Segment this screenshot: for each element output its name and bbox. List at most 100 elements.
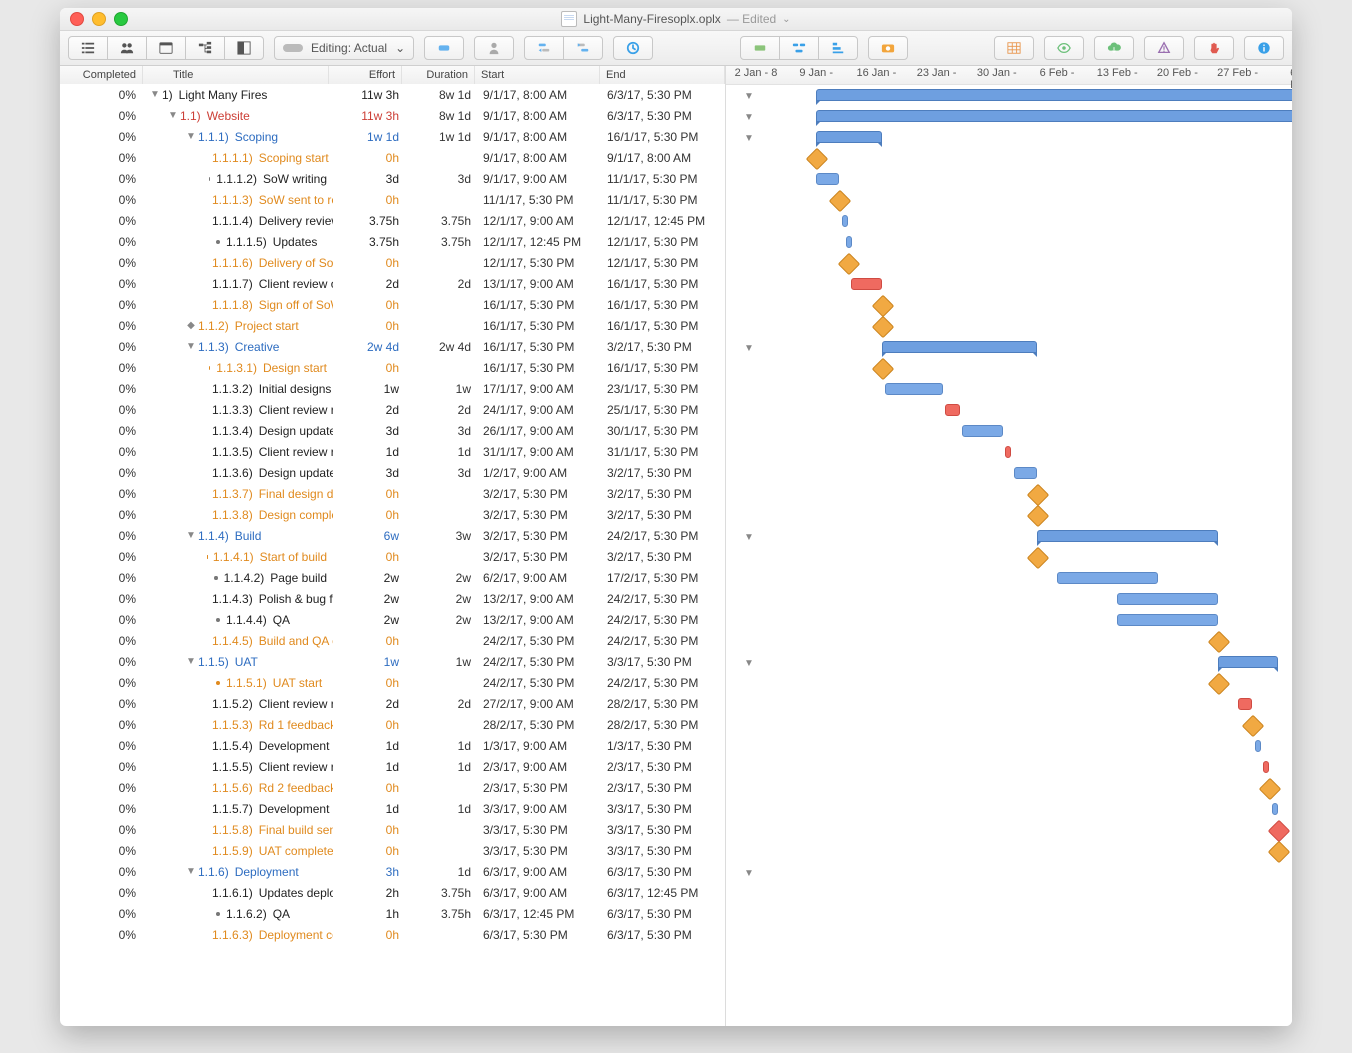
task-row[interactable]: 0%▼1.1.6)Deployment3h1d6/3/17, 9:00 AM6/… bbox=[60, 861, 725, 882]
gantt-row[interactable] bbox=[726, 715, 1292, 736]
cell-title[interactable]: ◆1.1.2)Project start bbox=[142, 319, 333, 333]
gantt-row[interactable] bbox=[726, 358, 1292, 379]
gantt-milestone[interactable] bbox=[1027, 547, 1050, 570]
disclosure-icon[interactable]: ▼ bbox=[150, 89, 160, 100]
gantt-row[interactable] bbox=[726, 148, 1292, 169]
task-row[interactable]: 0%1.1.3.7)Final design delivery0h3/2/17,… bbox=[60, 483, 725, 504]
task-row[interactable]: 0%1.1.6.1)Updates deployed2h3.75h6/3/17,… bbox=[60, 882, 725, 903]
col-start[interactable]: Start bbox=[475, 66, 600, 84]
cell-title[interactable]: 1.1.3.5)Client review rd 2 bbox=[142, 445, 333, 459]
view-network-button[interactable] bbox=[185, 36, 225, 60]
task-row[interactable]: 0%1.1.3.8)Design complete0h3/2/17, 5:30 … bbox=[60, 504, 725, 525]
gantt-task-bar[interactable] bbox=[1255, 740, 1261, 752]
task-row[interactable]: 0%1.1.1.2)SoW writing3d3d9/1/17, 9:00 AM… bbox=[60, 168, 725, 189]
task-row[interactable]: 0%1.1.3.3)Client review rd 12d2d24/1/17,… bbox=[60, 399, 725, 420]
gantt-row[interactable] bbox=[726, 694, 1292, 715]
cell-title[interactable]: 1.1.4.2)Page build bbox=[142, 571, 333, 585]
task-row[interactable]: 0%1.1.5.3)Rd 1 feedback from client0h28/… bbox=[60, 714, 725, 735]
col-completed[interactable]: Completed bbox=[60, 66, 143, 84]
task-row[interactable]: 0%1.1.5.8)Final build sent to client0h3/… bbox=[60, 819, 725, 840]
disclosure-icon[interactable]: ▼ bbox=[744, 868, 754, 879]
gantt-row[interactable] bbox=[726, 442, 1292, 463]
disclosure-icon[interactable]: ▼ bbox=[744, 91, 754, 102]
gantt-row[interactable] bbox=[726, 925, 1292, 946]
gantt-row[interactable]: ▼ bbox=[726, 862, 1292, 883]
window-title[interactable]: Light-Many-Firesoplx.oplx — Edited ⌄ bbox=[60, 11, 1292, 27]
task-row[interactable]: 0%1.1.5.9)UAT complete0h3/3/17, 5:30 PM3… bbox=[60, 840, 725, 861]
level-button[interactable] bbox=[818, 36, 858, 60]
inspector-button[interactable] bbox=[1244, 36, 1284, 60]
task-row[interactable]: 0%1.1.4.5)Build and QA complete0h24/2/17… bbox=[60, 630, 725, 651]
gantt-milestone[interactable] bbox=[829, 190, 852, 213]
cell-title[interactable]: 1.1.6.3)Deployment complete bbox=[142, 928, 333, 942]
cell-title[interactable]: 1.1.3.3)Client review rd 1 bbox=[142, 403, 333, 417]
task-row[interactable]: 0%1.1.1.8)Sign off of SoW0h16/1/17, 5:30… bbox=[60, 294, 725, 315]
task-row[interactable]: 0%1.1.3.5)Client review rd 21d1d31/1/17,… bbox=[60, 441, 725, 462]
add-resource-button[interactable] bbox=[474, 36, 514, 60]
cell-title[interactable]: 1.1.1.4)Delivery review bbox=[142, 214, 333, 228]
task-row[interactable]: 0%1.1.1.4)Delivery review3.75h3.75h12/1/… bbox=[60, 210, 725, 231]
gantt-row[interactable] bbox=[726, 316, 1292, 337]
task-row[interactable]: 0%1.1.3.1)Design start0h16/1/17, 5:30 PM… bbox=[60, 357, 725, 378]
gantt-row[interactable] bbox=[726, 883, 1292, 904]
timeline-header[interactable]: 2 Jan - 89 Jan -16 Jan -23 Jan -30 Jan -… bbox=[726, 66, 1292, 85]
gantt-row[interactable] bbox=[726, 274, 1292, 295]
gantt-milestone[interactable] bbox=[1027, 484, 1050, 507]
cell-title[interactable]: 1.1.1.6)Delivery of SoW to client bbox=[142, 256, 333, 270]
disclosure-icon[interactable]: ◆ bbox=[186, 320, 196, 331]
gantt-task-bar[interactable] bbox=[842, 215, 848, 227]
disclosure-icon[interactable]: ▼ bbox=[186, 866, 196, 877]
task-row[interactable]: 0%1.1.6.3)Deployment complete0h6/3/17, 5… bbox=[60, 924, 725, 945]
cell-title[interactable]: 1.1.3.4)Design updates bbox=[142, 424, 333, 438]
gantt-task-bar[interactable] bbox=[1117, 593, 1218, 605]
gantt-milestone[interactable] bbox=[1027, 505, 1050, 528]
cell-title[interactable]: 1.1.1.1)Scoping start bbox=[142, 151, 333, 165]
disclosure-icon[interactable]: ▼ bbox=[168, 110, 178, 121]
reports-button[interactable] bbox=[994, 36, 1034, 60]
disclosure-icon[interactable]: ▼ bbox=[186, 341, 196, 352]
disclosure-icon[interactable]: ▼ bbox=[186, 656, 196, 667]
cell-title[interactable]: 1.1.4.3)Polish & bug fixing bbox=[142, 592, 333, 606]
gantt-row[interactable] bbox=[726, 484, 1292, 505]
col-title[interactable]: Title bbox=[143, 66, 329, 84]
gantt-milestone[interactable] bbox=[838, 253, 861, 276]
gantt-group-bar[interactable] bbox=[816, 110, 1292, 122]
gantt-task-bar[interactable] bbox=[1057, 572, 1158, 584]
task-row[interactable]: 0%▼1.1.5)UAT1w1w24/2/17, 5:30 PM3/3/17, … bbox=[60, 651, 725, 672]
cell-title[interactable]: ▼1.1.5)UAT bbox=[142, 655, 333, 669]
gantt-row[interactable] bbox=[726, 757, 1292, 778]
task-row[interactable]: 0%1.1.3.4)Design updates3d3d26/1/17, 9:0… bbox=[60, 420, 725, 441]
task-row[interactable]: 0%1.1.4.2)Page build2w2w6/2/17, 9:00 AM1… bbox=[60, 567, 725, 588]
gantt-milestone[interactable] bbox=[1268, 820, 1291, 843]
gantt-row[interactable] bbox=[726, 736, 1292, 757]
gantt-row[interactable] bbox=[726, 253, 1292, 274]
gantt-row[interactable] bbox=[726, 778, 1292, 799]
cell-title[interactable]: 1.1.3.8)Design complete bbox=[142, 508, 333, 522]
task-row[interactable]: 0%1.1.3.2)Initial designs1w1w17/1/17, 9:… bbox=[60, 378, 725, 399]
gantt-task-bar[interactable] bbox=[1238, 698, 1253, 710]
gantt-milestone[interactable] bbox=[1268, 841, 1291, 864]
gantt-milestone[interactable] bbox=[872, 358, 895, 381]
gantt-task-bar[interactable] bbox=[1014, 467, 1037, 479]
gantt-task-bar[interactable] bbox=[1117, 614, 1218, 626]
task-row[interactable]: 0%1.1.4.1)Start of build0h3/2/17, 5:30 P… bbox=[60, 546, 725, 567]
gantt-row[interactable] bbox=[726, 673, 1292, 694]
view-calendar-button[interactable] bbox=[146, 36, 186, 60]
task-row[interactable]: 0%▼1.1.3)Creative2w 4d2w 4d16/1/17, 5:30… bbox=[60, 336, 725, 357]
gantt-task-bar[interactable] bbox=[885, 383, 943, 395]
task-row[interactable]: 0%1.1.1.3)SoW sent to review team0h11/1/… bbox=[60, 189, 725, 210]
gantt-milestone[interactable] bbox=[1207, 673, 1230, 696]
gantt-row[interactable] bbox=[726, 799, 1292, 820]
cell-title[interactable]: 1.1.6.2)QA bbox=[142, 907, 333, 921]
task-row[interactable]: 0%1.1.1.1)Scoping start0h9/1/17, 8:00 AM… bbox=[60, 147, 725, 168]
editing-mode-selector[interactable]: Editing: Actual ⌄ bbox=[274, 36, 414, 60]
cell-title[interactable]: ▼1.1.4)Build bbox=[142, 529, 333, 543]
disclosure-icon[interactable]: ▼ bbox=[744, 343, 754, 354]
task-row[interactable]: 0%1.1.3.6)Design updates3d3d1/2/17, 9:00… bbox=[60, 462, 725, 483]
cell-title[interactable]: 1.1.1.7)Client review of SoW bbox=[142, 277, 333, 291]
task-row[interactable]: 0%1.1.4.3)Polish & bug fixing2w2w13/2/17… bbox=[60, 588, 725, 609]
gantt-task-bar[interactable] bbox=[851, 278, 883, 290]
cell-title[interactable]: 1.1.5.8)Final build sent to client bbox=[142, 823, 333, 837]
gantt-group-bar[interactable] bbox=[882, 341, 1037, 353]
gantt-milestone[interactable] bbox=[872, 295, 895, 318]
